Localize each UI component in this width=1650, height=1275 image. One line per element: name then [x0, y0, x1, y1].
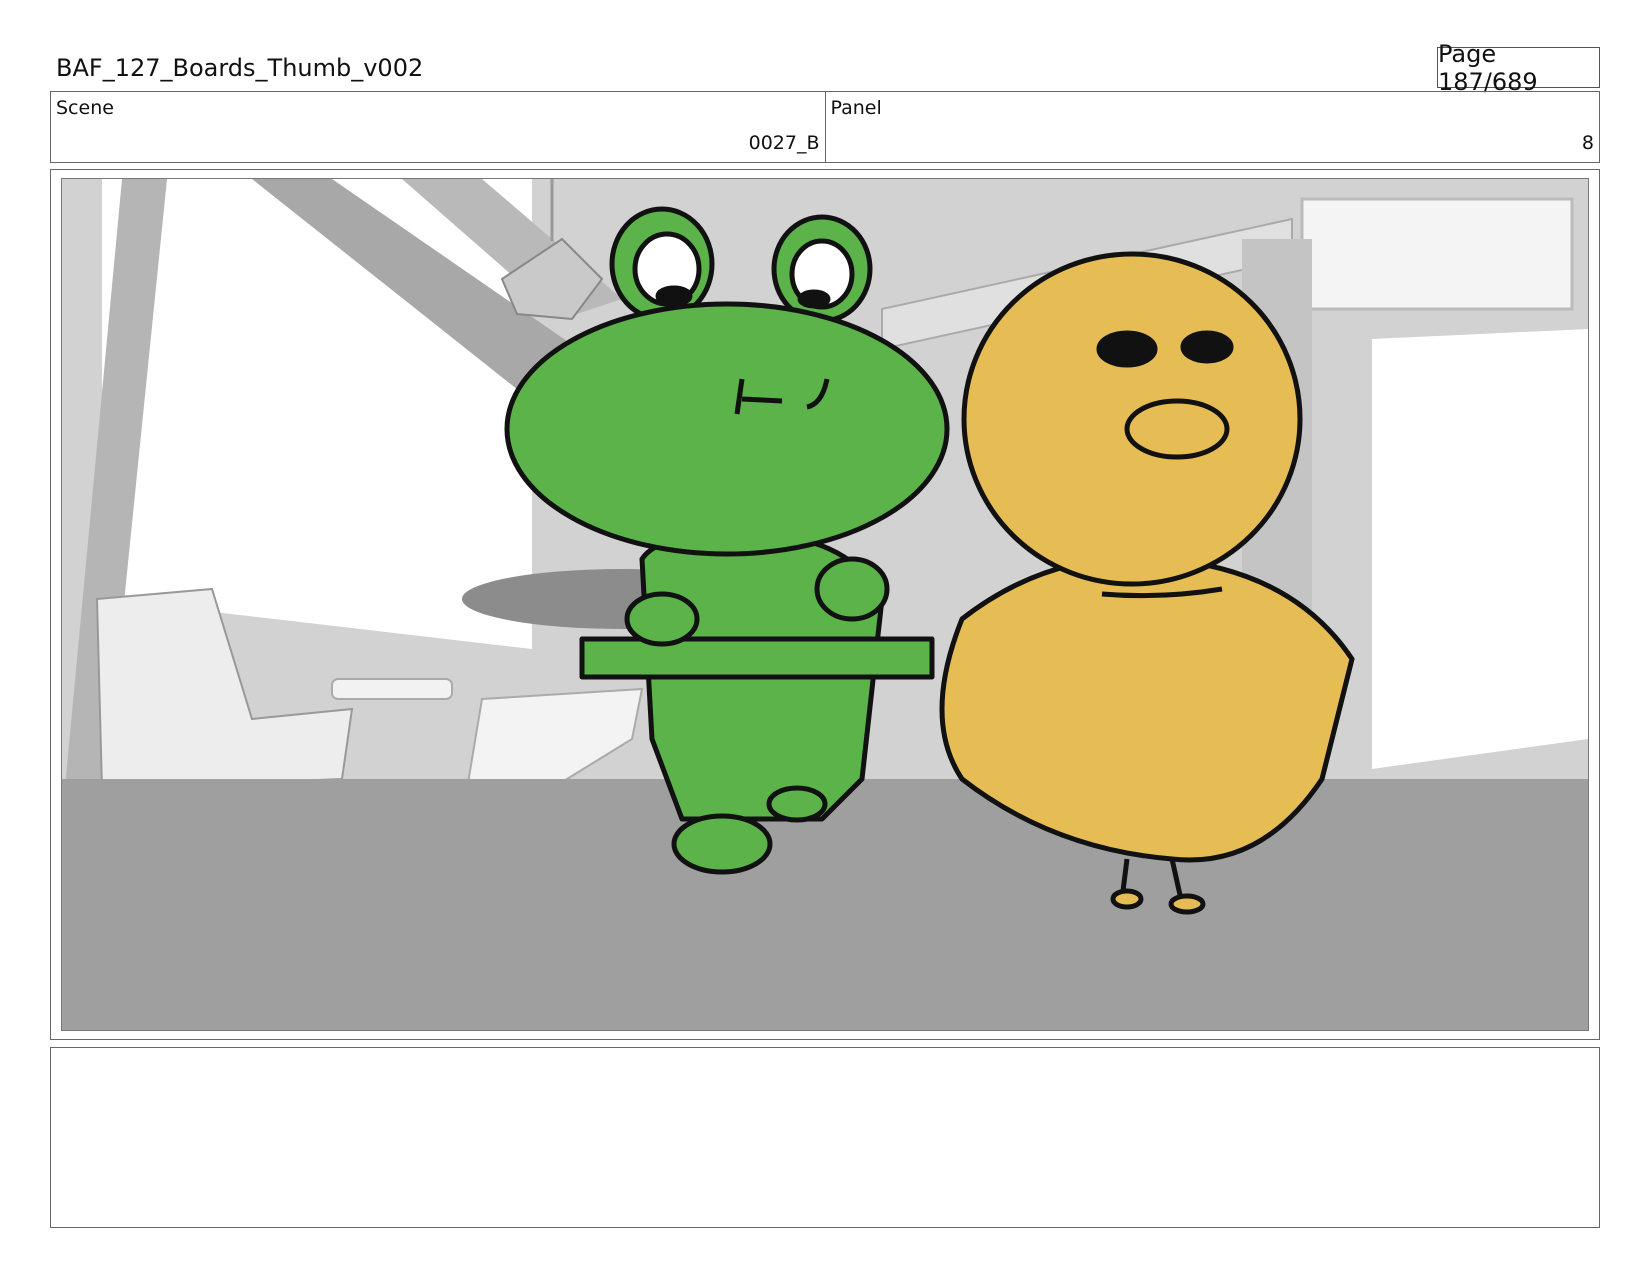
page-number: Page 187/689: [1437, 40, 1600, 96]
panel-value: 8: [1581, 132, 1594, 154]
notes-area: [50, 1047, 1600, 1228]
tray: [579, 636, 935, 680]
scene-label: Scene: [56, 97, 114, 119]
storyboard-panel-image: [61, 178, 1589, 1031]
duck-foot: [1110, 888, 1144, 910]
scene-cell: Scene 0027_B: [51, 92, 825, 162]
window-right: [1372, 329, 1588, 769]
document-title: BAF_127_Boards_Thumb_v002: [56, 54, 424, 82]
frog-pupil-right: [797, 289, 831, 309]
panel-frame: [50, 169, 1600, 1040]
duck-foot-2: [1168, 893, 1206, 915]
side-table: [331, 678, 453, 700]
frog-head: [504, 301, 950, 557]
duck-beak: [1124, 398, 1230, 460]
panel-label: Panel: [830, 97, 882, 119]
frog-hand-2: [814, 556, 890, 622]
duck-eye-left: [1096, 330, 1158, 368]
duck-eye-right: [1180, 330, 1234, 364]
panel-cell: Panel 8: [824, 92, 1600, 162]
storyboard-drawing: [62, 179, 1588, 1030]
window-top-right: [1300, 197, 1574, 311]
frog-foot: [671, 813, 773, 875]
frog-foot-2: [766, 785, 828, 823]
scene-value: 0027_B: [748, 132, 820, 154]
frog-hand: [624, 591, 700, 647]
frog-pupil-left: [655, 285, 693, 307]
window-light: [102, 179, 532, 649]
info-row: Scene 0027_B Panel 8: [50, 91, 1600, 163]
